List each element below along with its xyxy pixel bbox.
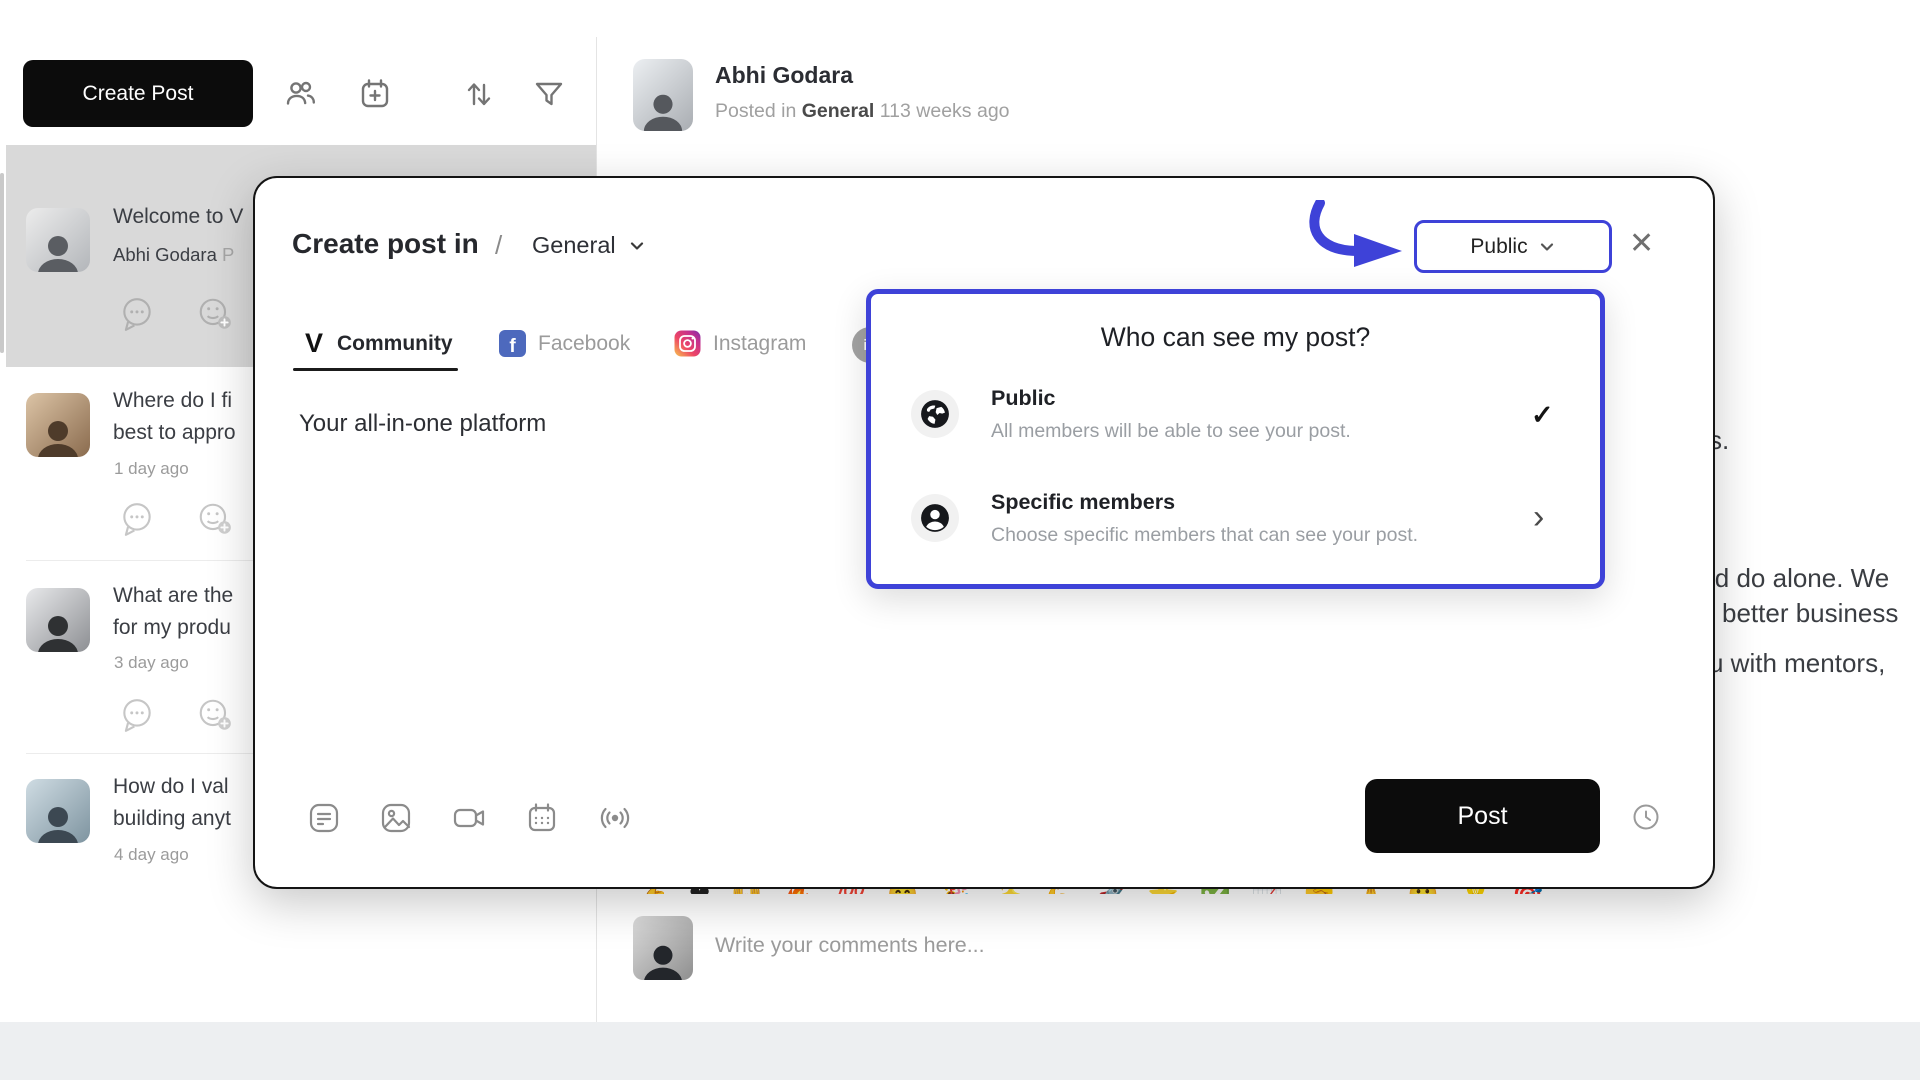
close-icon[interactable]: ✕: [1629, 229, 1654, 259]
sort-arrows-icon[interactable]: [462, 77, 496, 111]
comment-input[interactable]: Write your comments here...: [715, 933, 985, 958]
video-icon[interactable]: [452, 801, 486, 835]
privacy-popover: Who can see my post? Public All members …: [866, 289, 1605, 589]
feed-post-meta: Posted in General 113 weeks ago: [715, 100, 1010, 123]
option-description: All members will be able to see your pos…: [991, 420, 1351, 443]
feed-post-time: 113 weeks ago: [880, 100, 1010, 122]
tab-instagram-label: Instagram: [713, 332, 806, 356]
post-title-line2: building anyt: [113, 807, 231, 831]
post-button[interactable]: Post: [1365, 779, 1600, 853]
tab-facebook-label: Facebook: [538, 332, 630, 356]
calendar-add-icon[interactable]: [358, 77, 392, 111]
broadcast-icon[interactable]: [598, 801, 632, 835]
feed-post-category[interactable]: General: [802, 100, 875, 122]
post-time: 1 day ago: [114, 459, 189, 479]
post-button-label: Post: [1457, 802, 1507, 831]
avatar: [26, 779, 90, 843]
community-logo-icon: V: [305, 330, 323, 357]
option-description: Choose specific members that can see you…: [991, 524, 1418, 547]
post-body-fragment: u with mentors,: [1709, 648, 1885, 679]
instagram-icon: [674, 330, 701, 357]
feed-post-author[interactable]: Abhi Godara: [715, 62, 853, 89]
chevron-down-icon: [628, 237, 646, 255]
avatar: [26, 588, 90, 652]
app-canvas: Create Post: [0, 0, 1920, 1080]
post-title-line1: What are the: [113, 584, 233, 608]
add-reaction-icon[interactable]: [196, 295, 234, 333]
avatar: [633, 59, 693, 131]
create-post-label: Create Post: [83, 82, 194, 106]
page-bottom-band: [0, 1022, 1920, 1080]
avatar: [26, 393, 90, 457]
modal-title: Create post in: [292, 228, 479, 260]
add-reaction-icon[interactable]: [196, 500, 234, 538]
person-icon: [911, 494, 959, 542]
comment-icon[interactable]: [118, 295, 156, 333]
sidebar-scrollbar[interactable]: [0, 173, 4, 353]
post-title-line1: How do I val: [113, 775, 229, 799]
post-time: 3 day ago: [114, 653, 189, 673]
post-editor[interactable]: Your all-in-one platform: [299, 410, 546, 438]
members-icon[interactable]: [284, 77, 318, 111]
post-title-line2: for my produ: [113, 616, 231, 640]
privacy-label: Public: [1470, 235, 1527, 259]
tab-community[interactable]: V Community: [305, 330, 453, 357]
option-label: Specific members: [991, 490, 1175, 515]
facebook-icon: f: [499, 330, 526, 357]
comment-icon[interactable]: [118, 500, 156, 538]
add-reaction-icon[interactable]: [196, 696, 234, 734]
poll-icon[interactable]: [307, 801, 341, 835]
tab-community-label: Community: [337, 332, 453, 356]
popover-title: Who can see my post?: [871, 322, 1600, 353]
privacy-option-public[interactable]: Public All members will be able to see y…: [911, 386, 1561, 456]
avatar: [633, 916, 693, 980]
breadcrumb-separator: /: [495, 230, 502, 261]
schedule-calendar-icon[interactable]: [525, 801, 559, 835]
space-selector[interactable]: General: [532, 232, 646, 259]
tab-instagram[interactable]: Instagram: [674, 330, 806, 357]
post-meta-partial: P: [222, 244, 234, 265]
check-icon: ✓: [1531, 400, 1554, 431]
avatar: [26, 208, 90, 272]
privacy-selector-button[interactable]: Public: [1414, 220, 1612, 273]
privacy-option-specific-members[interactable]: Specific members Choose specific members…: [911, 490, 1561, 560]
active-tab-underline: [293, 368, 458, 371]
posted-in-label: Posted in: [715, 100, 796, 122]
annotation-arrow: [1300, 200, 1412, 270]
post-body-fragment: l better business: [1709, 598, 1898, 629]
funnel-icon[interactable]: [532, 77, 566, 111]
clock-icon[interactable]: [1631, 802, 1661, 832]
post-body-fragment: ld do alone. We: [1709, 563, 1889, 594]
comment-icon[interactable]: [118, 696, 156, 734]
option-label: Public: [991, 386, 1056, 411]
post-title: Welcome to V: [113, 205, 243, 229]
globe-icon: [911, 390, 959, 438]
tab-facebook[interactable]: f Facebook: [499, 330, 630, 357]
post-author: Abhi Godara P: [113, 244, 234, 266]
image-icon[interactable]: [379, 801, 413, 835]
post-title-line2: best to appro: [113, 421, 236, 445]
chevron-right-icon: ›: [1533, 500, 1544, 534]
post-title-line1: Where do I fi: [113, 389, 232, 413]
create-post-button[interactable]: Create Post: [23, 60, 253, 127]
chevron-down-icon: [1538, 238, 1556, 256]
post-time: 4 day ago: [114, 845, 189, 865]
